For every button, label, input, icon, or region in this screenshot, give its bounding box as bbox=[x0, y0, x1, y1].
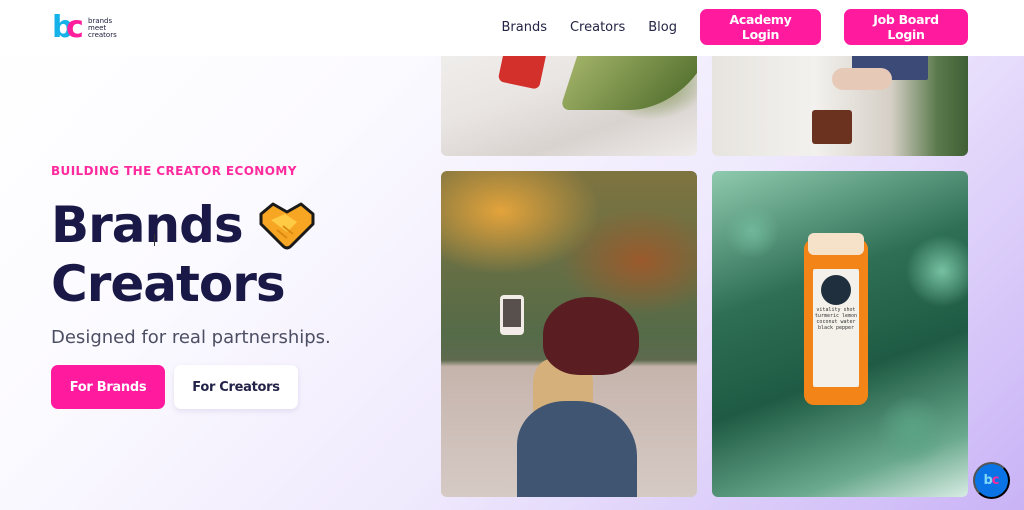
gallery-image-skincare bbox=[441, 40, 697, 156]
nav-link-creators[interactable]: Creators bbox=[570, 20, 625, 35]
gallery-image-selfie bbox=[441, 171, 697, 497]
logo-line: creators bbox=[88, 30, 117, 39]
hero-subtitle: Designed for real partnerships. bbox=[51, 327, 331, 348]
bottle-label-text: vitality shot turmeric lemon coconut wat… bbox=[814, 307, 858, 331]
cta-row: For Brands For Creators bbox=[51, 365, 331, 409]
brand-logo[interactable]: b c brands meet creators bbox=[52, 10, 117, 45]
image-detail bbox=[517, 401, 637, 497]
for-brands-button[interactable]: For Brands bbox=[51, 365, 165, 409]
logo-wordmark: brands meet creators bbox=[88, 17, 117, 39]
academy-login-button[interactable]: Academy Login bbox=[700, 9, 821, 45]
logo-c: c bbox=[66, 10, 84, 45]
nav-link-blog[interactable]: Blog bbox=[648, 20, 677, 35]
hero-title-line-2: Creators bbox=[51, 255, 286, 313]
hero-eyebrow: BUILDING THE CREATOR ECONOMY bbox=[51, 164, 297, 178]
image-detail bbox=[543, 297, 639, 375]
main-nav: Brands Creators Blog Academy Login Job B… bbox=[501, 9, 968, 45]
job-board-login-button[interactable]: Job Board Login bbox=[844, 9, 968, 45]
hero-title: Brands Creators bbox=[51, 196, 331, 314]
image-detail bbox=[808, 233, 864, 255]
hero-title-line-1: Brands bbox=[51, 196, 244, 254]
chat-launcher-button[interactable]: bc bbox=[973, 462, 1010, 499]
for-creators-button[interactable]: For Creators bbox=[174, 365, 298, 409]
text-cursor-icon bbox=[154, 234, 157, 246]
gallery-image-palette bbox=[712, 40, 968, 156]
site-header: b c brands meet creators Brands Creators… bbox=[0, 0, 1024, 56]
image-detail bbox=[821, 275, 851, 305]
handshake-icon bbox=[257, 200, 317, 252]
logo-mark-icon: b c bbox=[52, 10, 86, 45]
image-detail bbox=[500, 295, 524, 335]
image-detail bbox=[832, 68, 892, 90]
nav-link-brands[interactable]: Brands bbox=[501, 20, 547, 35]
image-detail bbox=[812, 110, 852, 144]
chat-logo-c: c bbox=[991, 473, 1000, 488]
gallery-image-juice: vitality shot turmeric lemon coconut wat… bbox=[712, 171, 968, 497]
hero-section: BUILDING THE CREATOR ECONOMY Brands Crea… bbox=[51, 164, 331, 409]
